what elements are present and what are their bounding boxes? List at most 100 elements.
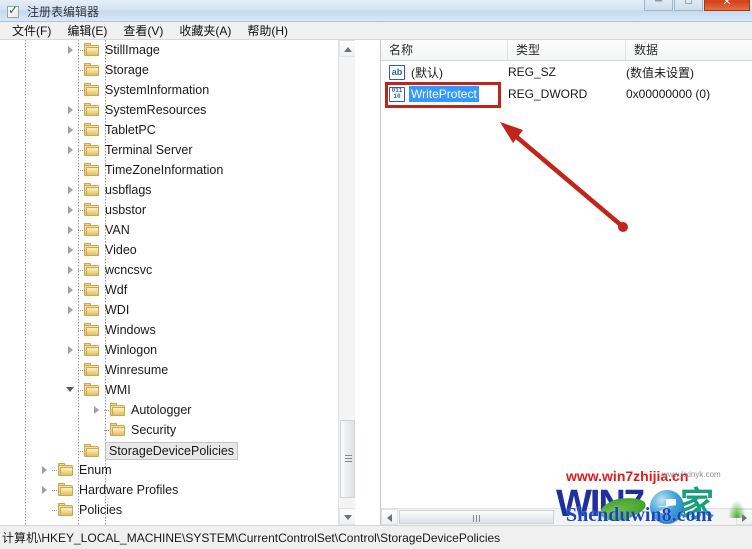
tree-item-systemresources[interactable]: SystemResources bbox=[0, 100, 206, 120]
folder-icon bbox=[84, 323, 100, 337]
folder-icon bbox=[84, 123, 100, 137]
tree-item-label: Winlogon bbox=[105, 343, 158, 357]
horizontal-scroll-thumb[interactable] bbox=[399, 510, 554, 524]
registry-tree-pane[interactable]: StillImage Storage SystemInformation System… bbox=[0, 40, 356, 525]
tree-item-storage[interactable]: Storage bbox=[0, 60, 149, 80]
menu-edit[interactable]: 编辑(E) bbox=[59, 21, 115, 41]
tree-item-stillimage[interactable]: StillImage bbox=[0, 40, 160, 60]
column-header-0[interactable]: 名称 bbox=[381, 40, 508, 61]
tree-item-windows[interactable]: Windows bbox=[0, 320, 156, 340]
expand-arrow-closed-icon[interactable] bbox=[64, 120, 78, 140]
tree-item-label: usbstor bbox=[105, 203, 146, 217]
expand-arrow-closed-icon[interactable] bbox=[64, 220, 78, 240]
tree-item-label: Windows bbox=[105, 323, 156, 337]
tree-item-label: Video bbox=[105, 243, 137, 257]
expand-arrow-closed-icon[interactable] bbox=[38, 460, 52, 480]
vertical-scroll-thumb[interactable] bbox=[340, 420, 355, 498]
scroll-thumb-grip bbox=[472, 515, 481, 522]
expand-arrow-closed-icon[interactable] bbox=[64, 260, 78, 280]
tree-item-label: WMI bbox=[105, 383, 131, 397]
tree-item-terminal-server[interactable]: Terminal Server bbox=[0, 140, 193, 160]
tree-item-policies[interactable]: Policies bbox=[0, 500, 122, 520]
column-header-1[interactable]: 类型 bbox=[508, 40, 626, 61]
status-path: 计算机\HKEY_LOCAL_MACHINE\SYSTEM\CurrentCon… bbox=[2, 531, 501, 545]
value-row[interactable]: ab (默认) REG_SZ (数值未设置) bbox=[381, 61, 752, 83]
tree-item-label: TimeZoneInformation bbox=[105, 163, 224, 177]
value-row[interactable]: 011 10 WriteProtect REG_DWORD 0x00000000 (0) bbox=[381, 83, 752, 105]
maximize-icon: □ bbox=[685, 0, 692, 7]
tree-item-wmi[interactable]: WMI bbox=[0, 380, 131, 400]
expand-arrow-closed-icon[interactable] bbox=[64, 40, 78, 60]
window-controls: ─ □ ✕ bbox=[644, 0, 750, 11]
close-button[interactable]: ✕ bbox=[704, 0, 750, 11]
value-data: (数值未设置) bbox=[626, 65, 694, 80]
tree-item-wdi[interactable]: WDI bbox=[0, 300, 129, 320]
tree-item-wdf[interactable]: Wdf bbox=[0, 280, 127, 300]
tree-item-label: Autologger bbox=[131, 403, 192, 417]
tree-item-storagedevicepolicies[interactable]: StorageDevicePolicies bbox=[0, 441, 239, 461]
tree-item-label: SystemResources bbox=[105, 103, 207, 117]
minimize-button[interactable]: ─ bbox=[644, 0, 673, 11]
scroll-down-arrow[interactable] bbox=[339, 508, 355, 525]
registry-values-pane[interactable]: 名称 类型 数据 ab (默认) REG_SZ (数值未设置) 011 10 WriteProt… bbox=[380, 40, 752, 525]
tree-item-label: wcncsvc bbox=[105, 263, 153, 277]
expand-arrow-open-icon[interactable] bbox=[64, 380, 78, 400]
folder-icon bbox=[58, 503, 74, 517]
tree-item-systeminformation[interactable]: SystemInformation bbox=[0, 80, 209, 100]
tree-item-label: VAN bbox=[105, 223, 130, 237]
tree-item-label: Storage bbox=[105, 63, 149, 77]
tree-item-video[interactable]: Video bbox=[0, 240, 137, 260]
tree-item-usbstor[interactable]: usbstor bbox=[0, 200, 146, 220]
folder-icon bbox=[84, 383, 100, 397]
tree-item-label: Winresume bbox=[105, 363, 169, 377]
expand-arrow-closed-icon[interactable] bbox=[90, 400, 104, 420]
tree-item-wcncsvc[interactable]: wcncsvc bbox=[0, 260, 152, 280]
folder-icon bbox=[84, 203, 100, 217]
values-list: ab (默认) REG_SZ (数值未设置) 011 10 WriteProtect REG_… bbox=[381, 61, 752, 105]
scroll-left-arrow[interactable] bbox=[381, 509, 398, 525]
expand-arrow-closed-icon[interactable] bbox=[64, 280, 78, 300]
expand-arrow-closed-icon[interactable] bbox=[64, 300, 78, 320]
menu-favorites[interactable]: 收藏夹(A) bbox=[171, 21, 239, 41]
column-header-2[interactable]: 数据 bbox=[626, 40, 752, 61]
expand-arrow-closed-icon[interactable] bbox=[64, 140, 78, 160]
expand-arrow-closed-icon[interactable] bbox=[64, 340, 78, 360]
tree-item-security[interactable]: Security bbox=[0, 420, 176, 440]
expand-arrow-closed-icon[interactable] bbox=[64, 240, 78, 260]
tree-item-enum[interactable]: Enum bbox=[0, 460, 112, 480]
folder-icon bbox=[84, 263, 100, 277]
menu-help[interactable]: 帮助(H) bbox=[239, 21, 296, 41]
maximize-button[interactable]: □ bbox=[674, 0, 703, 11]
folder-icon bbox=[84, 343, 100, 357]
expand-arrow-closed-icon[interactable] bbox=[64, 200, 78, 220]
tree-item-van[interactable]: VAN bbox=[0, 220, 130, 240]
expand-arrow-closed-icon[interactable] bbox=[64, 180, 78, 200]
watermark-small-url: www.kxinyk.com bbox=[662, 470, 721, 479]
window-title: 注册表编辑器 bbox=[27, 5, 100, 19]
folder-icon bbox=[84, 143, 100, 157]
tree-item-label: Hardware Profiles bbox=[79, 483, 179, 497]
tree-item-usbflags[interactable]: usbflags bbox=[0, 180, 152, 200]
tree-item-hardware-profiles[interactable]: Hardware Profiles bbox=[0, 480, 178, 500]
tree-item-label: Policies bbox=[79, 503, 123, 517]
tree-item-winresume[interactable]: Winresume bbox=[0, 360, 168, 380]
column-headers: 名称 类型 数据 bbox=[381, 40, 752, 61]
tree-item-tabletpc[interactable]: TabletPC bbox=[0, 120, 156, 140]
watermark-site: Shenduwin8.com bbox=[566, 504, 713, 526]
folder-icon bbox=[58, 463, 74, 477]
expand-arrow-closed-icon[interactable] bbox=[38, 480, 52, 500]
tree-item-timezoneinformation[interactable]: TimeZoneInformation bbox=[0, 160, 223, 180]
expand-arrow-closed-icon[interactable] bbox=[64, 100, 78, 120]
tree-item-autologger[interactable]: Autologger bbox=[0, 400, 191, 420]
tree-vertical-scrollbar[interactable] bbox=[338, 40, 355, 525]
folder-icon bbox=[84, 223, 100, 237]
menu-view[interactable]: 查看(V) bbox=[115, 21, 171, 41]
menu-file[interactable]: 文件(F) bbox=[4, 21, 59, 41]
tree-item-label: Security bbox=[131, 423, 177, 437]
scroll-up-arrow[interactable] bbox=[339, 40, 355, 57]
value-type: REG_DWORD bbox=[508, 87, 588, 101]
tree-item-winlogon[interactable]: Winlogon bbox=[0, 340, 157, 360]
